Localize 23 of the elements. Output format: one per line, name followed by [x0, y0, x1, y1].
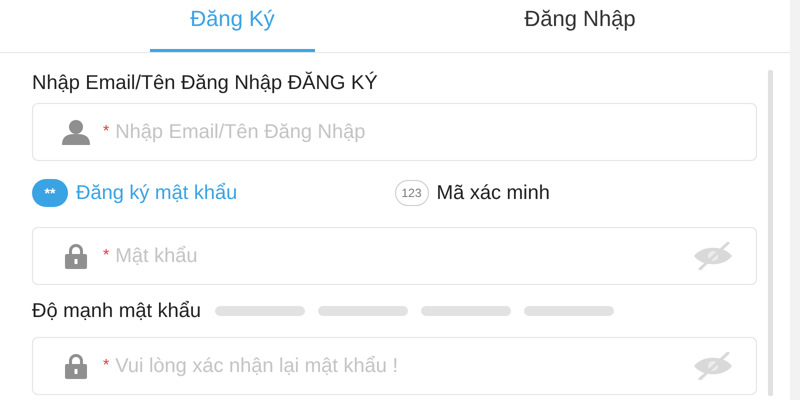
- method-badge: **: [32, 179, 68, 207]
- tab[interactable]: Đăng Ký: [150, 0, 315, 52]
- required-mark: *: [103, 247, 110, 265]
- method-option[interactable]: 123 Mã xác minh: [394, 180, 757, 206]
- text-input[interactable]: Mật khẩu: [113, 244, 692, 268]
- required-mark: *: [103, 123, 110, 141]
- password-field[interactable]: * Mật khẩu: [32, 227, 757, 285]
- method-option[interactable]: ** Đăng ký mật khẩu: [32, 179, 394, 207]
- eye-slash-icon[interactable]: [692, 242, 734, 270]
- field-label: Nhập Email/Tên Đăng Nhập ĐĂNG KÝ: [32, 71, 378, 95]
- text-input[interactable]: Nhập Email/Tên Đăng Nhập: [113, 120, 734, 144]
- scrollbar[interactable]: [768, 70, 773, 396]
- lock-icon: [64, 353, 88, 379]
- confirm-password-field[interactable]: * Vui lòng xác nhận lại mật khẩu !: [32, 337, 757, 395]
- method-badge: 123: [394, 180, 428, 206]
- eye-slash-icon[interactable]: [692, 352, 734, 380]
- text-input[interactable]: Vui lòng xác nhận lại mật khẩu !: [113, 354, 692, 378]
- strength-label: Độ mạnh mật khẩu: [32, 299, 201, 323]
- user-icon: [61, 119, 91, 145]
- email-field[interactable]: * Nhập Email/Tên Đăng Nhập: [32, 103, 757, 161]
- required-mark: *: [103, 357, 110, 375]
- lock-icon: [64, 243, 88, 269]
- tab[interactable]: Đăng Nhập: [415, 0, 745, 52]
